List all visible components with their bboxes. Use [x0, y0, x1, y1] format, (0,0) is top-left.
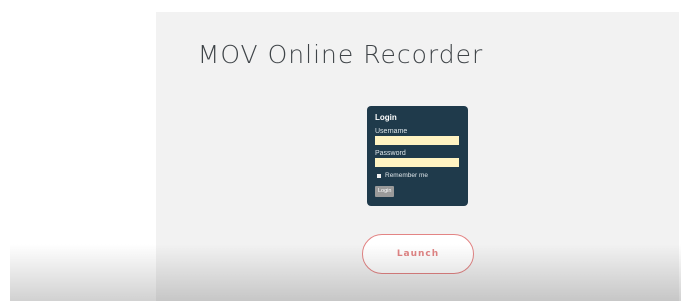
remember-me-row: Remember me — [375, 172, 460, 179]
login-button[interactable]: Login — [375, 186, 395, 197]
password-label: Password — [375, 150, 406, 157]
remember-me-label: Remember me — [385, 172, 428, 179]
launch-button[interactable]: Launch — [362, 234, 474, 274]
page-title: MOV Online Recorder — [197, 40, 484, 69]
username-input[interactable] — [375, 136, 459, 145]
username-label: Username — [375, 128, 408, 135]
login-heading: Login — [375, 113, 397, 122]
login-form: Login Username Password Remember me Logi… — [367, 106, 468, 206]
remember-me-checkbox[interactable] — [377, 173, 381, 178]
password-input[interactable] — [375, 158, 459, 167]
